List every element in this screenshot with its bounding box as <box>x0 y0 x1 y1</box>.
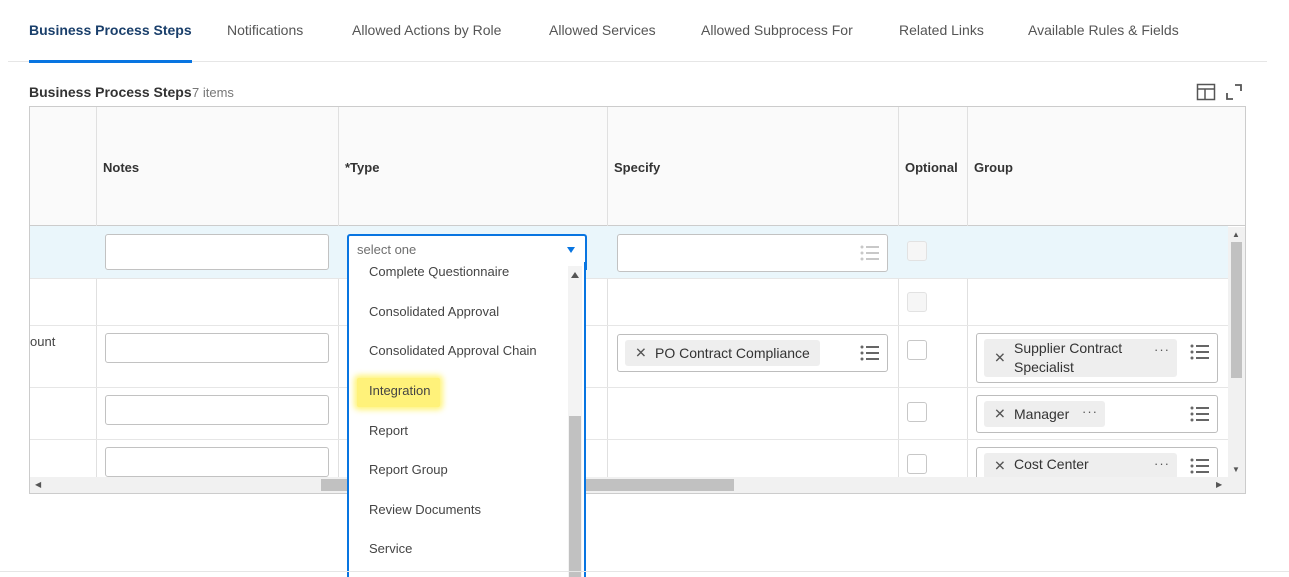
list-icon[interactable] <box>1190 406 1210 422</box>
close-icon[interactable]: ✕ <box>994 458 1006 475</box>
list-icon[interactable] <box>860 345 880 361</box>
optional-checkbox[interactable] <box>907 292 927 312</box>
column-header-specify[interactable]: Specify <box>614 160 660 175</box>
dropdown-scroll-thumb[interactable] <box>569 416 581 577</box>
tab-available-rules-fields[interactable]: Available Rules & Fields <box>1028 22 1179 62</box>
optional-checkbox[interactable] <box>907 402 927 422</box>
dropdown-option[interactable]: Report <box>369 423 408 438</box>
table-row[interactable]: ✕ Cost Center ··· <box>30 440 1228 485</box>
list-icon[interactable] <box>1190 458 1210 474</box>
pill-label: PO Contract Compliance <box>655 345 810 361</box>
tab-related-links[interactable]: Related Links <box>899 22 984 62</box>
type-select-value: select one <box>357 242 417 257</box>
column-header-notes[interactable]: Notes <box>103 160 139 175</box>
notes-input[interactable] <box>105 234 329 270</box>
tab-business-process-steps[interactable]: Business Process Steps <box>29 22 192 63</box>
tab-bar: Business Process Steps Notifications All… <box>8 0 1267 63</box>
specify-field[interactable]: ✕ PO Contract Compliance <box>617 334 888 372</box>
pill-label: Supplier Contract Specialist <box>1014 340 1123 375</box>
column-header-type[interactable]: *Type <box>345 160 379 175</box>
more-icon[interactable]: ··· <box>1154 342 1170 357</box>
table-row[interactable] <box>30 226 1228 279</box>
column-header-group[interactable]: Group <box>974 160 1013 175</box>
horizontal-scrollbar[interactable]: ◀ ▶ <box>30 477 1245 493</box>
close-icon[interactable]: ✕ <box>635 345 647 362</box>
vertical-scrollbar[interactable]: ▲ ▼ <box>1228 227 1245 479</box>
dropdown-option[interactable]: Consolidated Approval <box>369 304 499 319</box>
group-pill: ✕ Manager ··· <box>984 401 1105 427</box>
caret-down-icon[interactable] <box>567 247 575 253</box>
scroll-down-icon[interactable]: ▼ <box>1232 465 1240 475</box>
business-process-grid: Notes *Type Specify Optional Group ount … <box>29 106 1246 494</box>
row-first-column-text: ount <box>30 334 56 349</box>
tab-allowed-services[interactable]: Allowed Services <box>549 22 656 62</box>
dropdown-option[interactable]: Service <box>369 541 412 556</box>
grid-header-row: Notes *Type Specify Optional Group <box>30 107 1245 226</box>
pill-label: Manager <box>1014 406 1070 422</box>
dropdown-option[interactable]: Report Group <box>369 462 448 477</box>
specify-input[interactable] <box>617 234 888 272</box>
footer-divider <box>0 571 1289 572</box>
grid-item-count: 7 items <box>192 85 234 100</box>
close-icon[interactable]: ✕ <box>994 406 1006 423</box>
group-pill: ✕ Cost Center ··· <box>984 453 1177 479</box>
group-field[interactable]: ✕ Manager ··· <box>976 395 1218 433</box>
optional-checkbox[interactable] <box>907 241 927 261</box>
table-row[interactable]: ✕ Manager ··· <box>30 388 1228 440</box>
column-header-optional[interactable]: Optional <box>905 160 958 175</box>
list-icon[interactable] <box>1190 344 1210 360</box>
optional-checkbox[interactable] <box>907 340 927 360</box>
group-field[interactable]: ✕ Supplier Contract Specialist ··· <box>976 333 1218 383</box>
scroll-up-icon[interactable] <box>571 272 579 278</box>
list-icon[interactable] <box>860 245 880 261</box>
more-icon[interactable]: ··· <box>1082 404 1098 419</box>
scroll-right-icon[interactable]: ▶ <box>1216 480 1222 490</box>
notes-input[interactable] <box>105 333 329 363</box>
table-row[interactable] <box>30 279 1228 326</box>
type-dropdown-list: Complete Questionnaire Consolidated Appr… <box>347 262 586 577</box>
scroll-up-icon[interactable]: ▲ <box>1232 230 1240 240</box>
vertical-scroll-thumb[interactable] <box>1231 242 1242 378</box>
more-icon[interactable]: ··· <box>1154 456 1170 471</box>
tab-allowed-subprocess-for[interactable]: Allowed Subprocess For <box>701 22 853 62</box>
dropdown-scrollbar[interactable] <box>568 266 582 577</box>
fullscreen-icon[interactable] <box>1224 82 1244 102</box>
tab-allowed-actions-by-role[interactable]: Allowed Actions by Role <box>352 22 501 62</box>
notes-input[interactable] <box>105 395 329 425</box>
notes-input[interactable] <box>105 447 329 477</box>
dropdown-option[interactable]: Complete Questionnaire <box>369 264 509 279</box>
dropdown-option[interactable]: Consolidated Approval Chain <box>369 343 537 358</box>
scroll-left-icon[interactable]: ◀ <box>35 480 41 490</box>
table-layout-icon[interactable] <box>1196 82 1216 102</box>
dropdown-option[interactable]: Review Documents <box>369 502 481 517</box>
optional-checkbox[interactable] <box>907 454 927 474</box>
group-pill: ✕ Supplier Contract Specialist ··· <box>984 339 1177 377</box>
specify-pill: ✕ PO Contract Compliance <box>625 340 820 366</box>
table-row[interactable]: ount ✕ PO Contract Compliance ✕ Supplier… <box>30 326 1228 388</box>
close-icon[interactable]: ✕ <box>994 350 1006 367</box>
tab-notifications[interactable]: Notifications <box>227 22 303 62</box>
pill-label: Cost Center <box>1014 456 1089 472</box>
dropdown-option-highlighted[interactable]: Integration <box>357 378 441 407</box>
grid-title: Business Process Steps <box>29 84 192 100</box>
